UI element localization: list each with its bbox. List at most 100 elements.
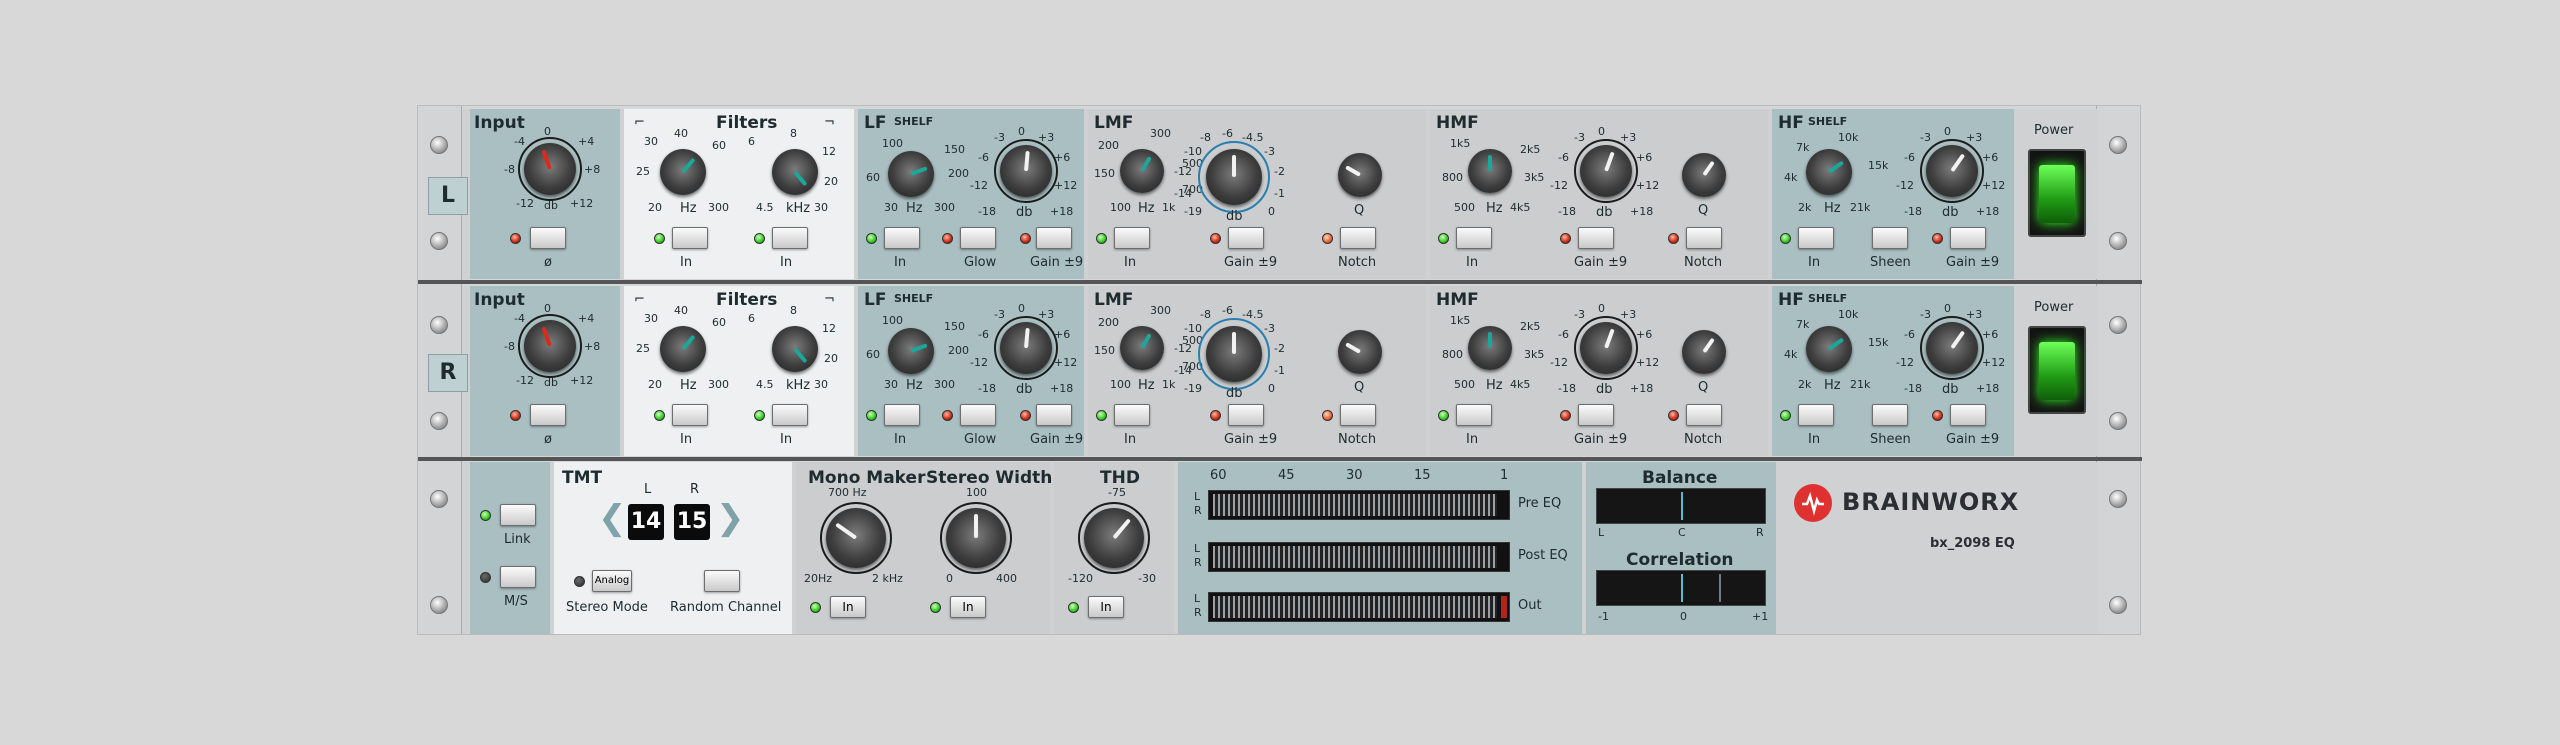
r-hmf-notch-button[interactable] [1686, 404, 1722, 426]
l-hp-scale-1: 40 [674, 127, 688, 140]
r-lf-freq-0: 100 [882, 314, 903, 327]
r-hf-sheen-button[interactable] [1872, 404, 1908, 426]
l-lmf-notch-led [1322, 233, 1333, 244]
l-hp-knob[interactable] [660, 149, 706, 195]
r-lp-in-button[interactable] [772, 404, 808, 426]
l-hmf-freq-knob[interactable] [1468, 149, 1512, 193]
r-hp-scale-3: 60 [712, 316, 726, 329]
r-hmf-q-knob[interactable] [1682, 330, 1726, 374]
r-power-switch-icon[interactable] [2028, 326, 2086, 414]
l-lf-gain-7: -18 [978, 205, 996, 218]
random-channel-button[interactable] [704, 570, 740, 592]
r-lmf-in-button[interactable] [1114, 404, 1150, 426]
r-lf-gain9-button[interactable] [1036, 404, 1072, 426]
l-lf-freq-knob-pointer [910, 166, 928, 176]
l-hp-scale-0: 30 [644, 135, 658, 148]
l-lf-gain-knob[interactable] [1000, 145, 1052, 197]
l-lmf-notch-button[interactable] [1340, 227, 1376, 249]
l-lf-in-button[interactable] [884, 227, 920, 249]
thd-in-button[interactable]: In [1088, 596, 1124, 618]
mono-maker-title: Mono Maker [808, 468, 926, 488]
r-hp-in-button[interactable] [672, 404, 708, 426]
l-lmf-gain9-button[interactable] [1228, 227, 1264, 249]
stereo-width-knob-inner[interactable] [946, 508, 1006, 568]
r-lp-knob[interactable] [772, 326, 818, 372]
r-lf-freq-knob[interactable] [888, 328, 934, 374]
l-lmf-freq-knob[interactable] [1120, 149, 1164, 193]
r-lmf-gain9-button[interactable] [1228, 404, 1264, 426]
l-hmf-q-knob[interactable] [1682, 153, 1726, 197]
r-hmf-freq-1: 2k5 [1520, 320, 1541, 333]
l-lp-in-button[interactable] [772, 227, 808, 249]
r-phase-button[interactable] [530, 404, 566, 426]
l-lmf-gain-knob[interactable] [1206, 149, 1262, 205]
l-power-switch-face [2039, 165, 2075, 223]
l-lp-knob[interactable] [772, 149, 818, 195]
r-hf-in-button[interactable] [1798, 404, 1834, 426]
l-hmf-in-button[interactable] [1456, 227, 1492, 249]
r-hmf-gain-knob[interactable] [1580, 322, 1632, 374]
l-input-scale-3: -8 [504, 163, 515, 176]
link-button[interactable] [500, 504, 536, 526]
l-phase-label: ø [544, 255, 552, 270]
r-hmf-gain-knob-pointer [1604, 328, 1615, 349]
r-hf-freq-knob[interactable] [1806, 326, 1852, 372]
r-lf-in-button[interactable] [884, 404, 920, 426]
r-lmf-freq-knob[interactable] [1120, 326, 1164, 370]
mono-maker-led [810, 602, 821, 613]
l-hmf-gain-knob[interactable] [1580, 145, 1632, 197]
r-input-knob[interactable] [524, 320, 576, 372]
l-hf-in-button[interactable] [1798, 227, 1834, 249]
l-hf-sheen-button[interactable] [1872, 227, 1908, 249]
l-lmf-in-button[interactable] [1114, 227, 1150, 249]
master-section: Link M/S TMT L R ❮ 14 15 ❯ Analog Stereo… [462, 462, 2098, 634]
r-lmf-q-knob[interactable] [1338, 330, 1382, 374]
r-hf-gain9-button[interactable] [1950, 404, 1986, 426]
r-hf-gain-knob[interactable] [1926, 322, 1978, 374]
l-hf-shelf: SHELF [1808, 115, 1848, 128]
r-hmf-gain9-button[interactable] [1578, 404, 1614, 426]
thd-knob-inner[interactable] [1084, 508, 1144, 568]
l-hmf-title: HMF [1436, 113, 1479, 133]
l-lf-glow-button[interactable] [960, 227, 996, 249]
r-hf-gain-knob-pointer [1950, 330, 1966, 350]
l-hf-gain-4: +6 [1982, 151, 1999, 164]
l-phase-button[interactable] [530, 227, 566, 249]
r-lf-glow-button[interactable] [960, 404, 996, 426]
r-hp-knob[interactable] [660, 326, 706, 372]
l-hf-freq-knob[interactable] [1806, 149, 1852, 195]
r-hmf-title: HMF [1436, 290, 1479, 310]
chevron-right-icon[interactable]: ❯ [716, 498, 745, 538]
r-hmf-freq-unit: Hz [1486, 378, 1503, 393]
l-hmf-notch-button[interactable] [1686, 227, 1722, 249]
r-hmf-in-button[interactable] [1456, 404, 1492, 426]
r-hmf-gain-3: -6 [1558, 328, 1569, 341]
ms-button[interactable] [500, 566, 536, 588]
l-lp-scale-3: 20 [824, 175, 838, 188]
l-power-switch-icon[interactable] [2028, 149, 2086, 237]
r-hmf-freq-knob[interactable] [1468, 326, 1512, 370]
l-hmf-section: HMF 1k5 2k5 800 3k5 500 4k5 Hz 0 -3 +3 -6 +6 -12 +12 -1… [1430, 109, 1768, 279]
r-lf-gain-knob-pointer [1024, 327, 1030, 349]
mono-maker-knob-inner[interactable] [826, 508, 886, 568]
l-input-knob[interactable] [524, 143, 576, 195]
analog-button[interactable]: Analog [592, 570, 632, 592]
r-lmf-gain-knob[interactable] [1206, 326, 1262, 382]
l-hmf-freq-unit: Hz [1486, 201, 1503, 216]
l-hp-in-button[interactable] [672, 227, 708, 249]
l-hf-gain-knob[interactable] [1926, 145, 1978, 197]
l-lmf-gain-unit: db [1226, 209, 1243, 224]
l-hf-gain9-button[interactable] [1950, 227, 1986, 249]
l-lf-freq-knob[interactable] [888, 151, 934, 197]
brainworx-logo-icon [1794, 484, 1832, 522]
l-hmf-gain9-button[interactable] [1578, 227, 1614, 249]
mono-maker-in-button[interactable]: In [830, 596, 866, 618]
l-lmf-q-knob[interactable] [1338, 153, 1382, 197]
chevron-left-icon[interactable]: ❮ [598, 498, 627, 538]
r-lmf-in-led [1096, 410, 1107, 421]
r-lmf-notch-button[interactable] [1340, 404, 1376, 426]
stereo-width-in-button[interactable]: In [950, 596, 986, 618]
r-hf-freq-3: 4k [1784, 348, 1798, 361]
r-lf-gain-knob[interactable] [1000, 322, 1052, 374]
l-lf-gain9-button[interactable] [1036, 227, 1072, 249]
